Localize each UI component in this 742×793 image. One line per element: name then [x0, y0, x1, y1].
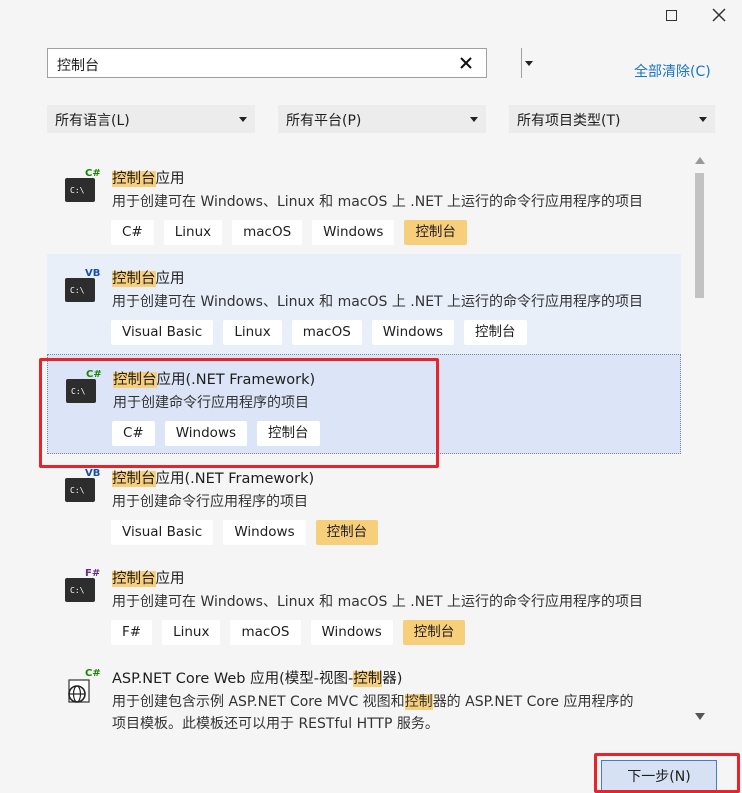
language-badge: F#: [85, 568, 101, 579]
tag-highlighted: 控制台: [464, 320, 527, 345]
template-item[interactable]: C:\ VB 控制台应用用于创建可在 Windows、Linux 和 macOS 上…: [47, 254, 681, 354]
template-icon: C:\ VB: [65, 468, 100, 504]
template-icon: C:\ VB: [65, 268, 100, 304]
highlight-box: [594, 753, 740, 793]
search-highlight: 控制: [353, 671, 383, 687]
scroll-thumb[interactable]: [695, 173, 704, 298]
template-title: 控制台应用: [112, 171, 185, 187]
tag: Windows: [312, 220, 395, 245]
template-description: 用于创建命令行应用程序的项目: [112, 494, 308, 510]
tag: Linux: [223, 320, 282, 345]
chevron-down-icon: [525, 60, 533, 66]
console-icon: C:\: [65, 278, 95, 302]
language-badge: VB: [85, 268, 101, 279]
maximize-button[interactable]: [660, 4, 682, 26]
template-description: 用于创建可在 Windows、Linux 和 macOS 上 .NET 上运行的…: [112, 594, 644, 610]
console-icon: C:\: [65, 578, 95, 602]
scroll-down-arrow[interactable]: [695, 713, 705, 720]
x-icon: [460, 57, 472, 69]
template-tags: Visual Basic Windows 控制台: [111, 520, 379, 545]
tag: Visual Basic: [111, 320, 214, 345]
template-item[interactable]: C:\ F# 控制台应用 用于创建可在 Windows、Linux 和 macOS 上…: [47, 554, 681, 654]
tag: macOS: [230, 620, 301, 645]
platform-filter-label: 所有平台(P): [286, 113, 362, 129]
tag: F#: [111, 620, 153, 645]
highlight-box: [39, 358, 439, 468]
template-description: 用于创建可在 Windows、Linux 和 macOS 上 .NET 上运行的…: [112, 194, 644, 210]
tag: Windows: [310, 620, 393, 645]
language-badge: VB: [85, 468, 101, 479]
search-history-dropdown[interactable]: [521, 48, 536, 78]
search-highlight: 控制台: [112, 171, 156, 187]
globe-icon: [68, 679, 90, 703]
console-icon: C:\: [65, 178, 95, 202]
template-item[interactable]: C# ASP.NET Core Web 应用(模型-视图-控制器) 用于创建包含示例…: [47, 654, 681, 730]
chevron-down-icon: [470, 117, 478, 122]
maximize-icon: [665, 9, 677, 21]
template-icon: C:\ C#: [65, 168, 101, 204]
search-highlight: 控制台: [112, 571, 156, 587]
template-item[interactable]: C:\ C# 控制台应用 用于创建可在 Windows、Linux 和 macOS 上…: [47, 154, 681, 254]
close-icon: [712, 8, 726, 22]
template-icon: C#: [65, 668, 101, 704]
tag: C#: [111, 220, 154, 245]
tag: Visual Basic: [111, 520, 214, 545]
language-filter[interactable]: 所有语言(L): [47, 105, 255, 133]
tag: Windows: [371, 320, 455, 345]
tag-highlighted: 控制台: [404, 220, 467, 245]
template-description: 用于创建包含示例 ASP.NET Core MVC 视图和控制器的 ASP.NE…: [112, 694, 634, 710]
chevron-down-icon: [239, 117, 247, 122]
language-badge: C#: [85, 168, 101, 179]
console-icon: C:\: [65, 478, 95, 502]
search-combobox[interactable]: 控制台: [47, 48, 533, 78]
tag: macOS: [232, 220, 303, 245]
tag: Windows: [223, 520, 306, 545]
search-clear-button[interactable]: [455, 51, 477, 75]
scroll-up-arrow[interactable]: [695, 157, 705, 164]
template-title: 控制台应用: [112, 571, 185, 587]
language-badge: C#: [85, 668, 101, 679]
template-title: 控制台应用: [112, 271, 185, 287]
tag: macOS: [291, 320, 362, 345]
template-description: 用于创建可在 Windows、Linux 和 macOS 上 .NET 上运行的…: [112, 294, 644, 310]
template-title: 控制台应用(.NET Framework): [112, 471, 315, 487]
template-description-line2: 项目模板。此模板还可以用于 RESTful HTTP 服务。: [112, 716, 439, 730]
language-filter-label: 所有语言(L): [55, 113, 130, 129]
platform-filter[interactable]: 所有平台(P): [278, 105, 486, 133]
search-highlight: 控制台: [112, 471, 156, 487]
tag: Linux: [162, 620, 221, 645]
tag-highlighted: 控制台: [402, 620, 466, 645]
template-item[interactable]: C:\ VB 控制台应用(.NET Framework) 用于创建命令行应用程序的项目…: [47, 454, 681, 554]
search-highlight: 控制台: [112, 271, 156, 287]
tag: Linux: [163, 220, 223, 245]
template-tags: Visual Basic Linux macOS Windows 控制台: [111, 320, 527, 345]
project-type-filter-label: 所有项目类型(T): [517, 113, 621, 129]
template-tags: C# Linux macOS Windows 控制台: [111, 220, 467, 245]
tag-highlighted: 控制台: [315, 520, 379, 545]
chevron-down-icon: [699, 117, 707, 122]
project-type-filter[interactable]: 所有项目类型(T): [509, 105, 715, 133]
search-input[interactable]: 控制台: [57, 55, 99, 75]
search-highlight: 控制: [404, 694, 433, 710]
template-tags: F# Linux macOS Windows 控制台: [111, 620, 466, 645]
close-button[interactable]: [708, 4, 730, 26]
template-title: ASP.NET Core Web 应用(模型-视图-控制器): [112, 671, 403, 687]
template-icon: C:\ F#: [65, 568, 100, 604]
clear-all-link[interactable]: 全部清除(C): [634, 61, 711, 81]
scrollbar[interactable]: [691, 153, 709, 728]
